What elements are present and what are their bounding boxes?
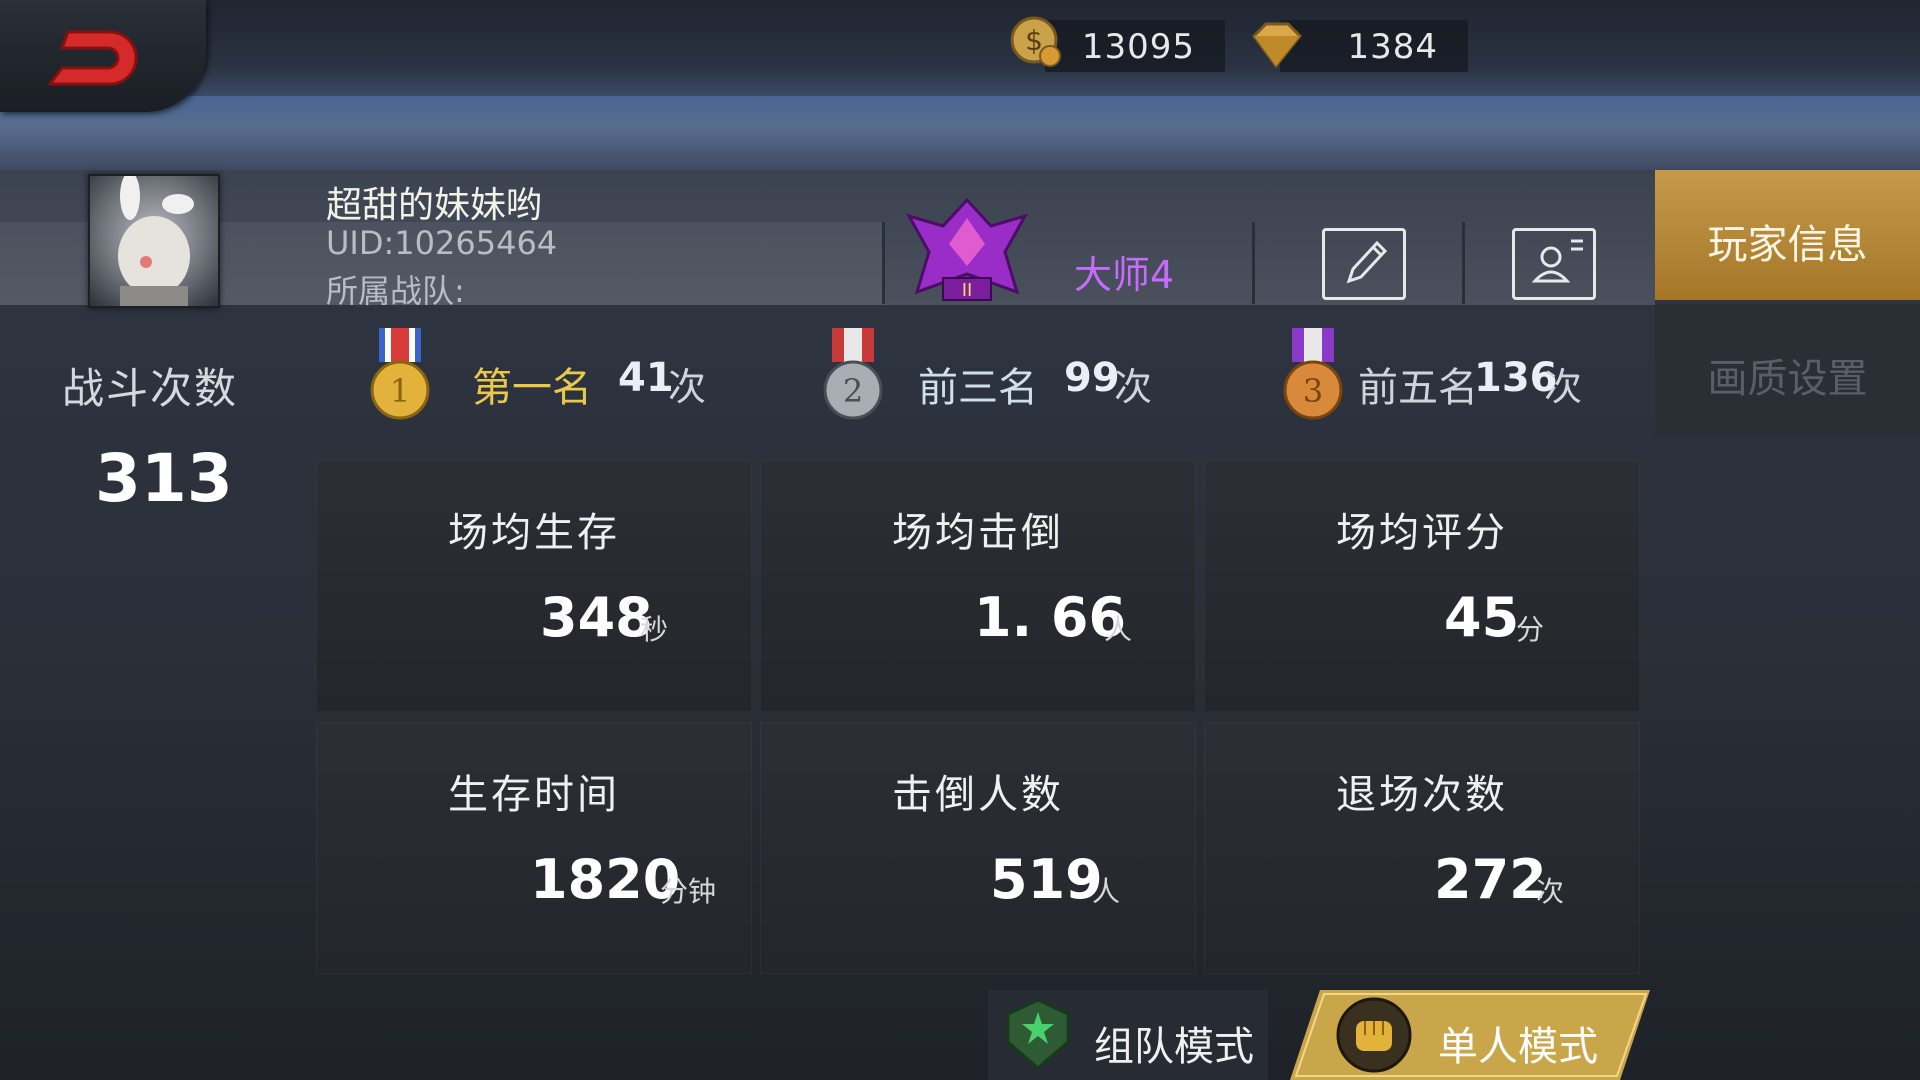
team-mode-label: 组队模式 <box>1094 1024 1254 1070</box>
top-five-unit: 次 <box>1544 365 1583 409</box>
edit-icon <box>1346 240 1388 284</box>
stat-unit: 人 <box>1092 875 1121 908</box>
top-three-unit: 次 <box>1114 365 1153 409</box>
top-three-label: 前三名 <box>918 365 1038 411</box>
stat-card: 场均击倒 1. 66 人 <box>760 460 1196 712</box>
stat-value: 45 <box>1444 586 1520 649</box>
stat-title: 击倒人数 <box>892 772 1064 818</box>
stat-unit: 分钟 <box>660 875 717 908</box>
svg-text:3: 3 <box>1303 372 1323 410</box>
stat-title: 场均评分 <box>1336 510 1508 556</box>
tab-quality-settings[interactable]: 画质设置 <box>1655 304 1920 436</box>
svg-text:1: 1 <box>390 372 410 410</box>
rank-emblem-icon: II <box>905 197 1029 301</box>
stat-value: 272 <box>1434 848 1547 911</box>
team-mode-icon <box>1006 998 1070 1070</box>
stat-card: 场均生存 348 秒 <box>316 460 752 712</box>
fist-icon <box>1336 997 1412 1073</box>
player-uid: UID:10265464 <box>326 224 558 262</box>
stat-card: 击倒人数 519 人 <box>760 722 1196 974</box>
stat-title: 退场次数 <box>1336 772 1508 818</box>
edit-button[interactable] <box>1322 228 1406 300</box>
top-three-count: 99 <box>1064 355 1120 401</box>
stat-value: 519 <box>990 848 1103 911</box>
stat-title: 场均击倒 <box>892 510 1064 556</box>
first-place-count: 41 <box>618 355 674 401</box>
coin-value: 13095 <box>1081 27 1195 67</box>
svg-text:II: II <box>962 280 973 301</box>
stat-unit: 分 <box>1516 613 1545 646</box>
gem-counter: 1384 <box>1280 20 1468 72</box>
stat-unit: 秒 <box>640 613 669 646</box>
divider <box>1252 222 1255 304</box>
solo-mode-label: 单人模式 <box>1438 1024 1598 1070</box>
team-mode-button[interactable]: 组队模式 <box>988 990 1268 1080</box>
solo-mode-button[interactable]: 单人模式 <box>1290 990 1650 1080</box>
coin-counter: 13095 <box>1045 20 1225 72</box>
back-button[interactable] <box>0 0 206 112</box>
avatar-portrait <box>118 172 194 306</box>
divider <box>1462 222 1465 304</box>
stat-value: 1820 <box>530 848 681 911</box>
gem-value: 1384 <box>1347 27 1438 67</box>
stat-card: 生存时间 1820 分钟 <box>316 722 752 974</box>
team-label: 所属战队: <box>326 272 465 310</box>
tab-quality-settings-label: 画质设置 <box>1707 356 1868 402</box>
profile-card-icon <box>1531 239 1583 283</box>
back-arrow-icon <box>47 30 138 86</box>
gold-medal-icon: 1 <box>370 328 430 420</box>
stat-unit: 人 <box>1104 613 1133 646</box>
top-five-label: 前五名 <box>1358 365 1478 411</box>
first-place-label: 第一名 <box>472 365 592 411</box>
stat-title: 场均生存 <box>448 510 620 556</box>
battle-count-label: 战斗次数 <box>62 364 239 413</box>
stat-card: 退场次数 272 次 <box>1204 722 1640 974</box>
profile-card-button[interactable] <box>1512 228 1596 300</box>
profile-bar <box>0 170 1655 305</box>
player-name: 超甜的妹妹哟 <box>326 185 543 226</box>
tab-player-info[interactable]: 玩家信息 <box>1655 170 1920 300</box>
avatar[interactable] <box>88 172 220 308</box>
header-glow <box>0 96 1920 170</box>
first-place-unit: 次 <box>668 365 707 409</box>
silver-medal-icon: 2 <box>823 328 883 420</box>
top-bar <box>0 0 1920 96</box>
svg-text:2: 2 <box>843 372 863 410</box>
divider <box>882 222 885 304</box>
tab-player-info-label: 玩家信息 <box>1707 222 1868 268</box>
gem-icon <box>1252 22 1303 69</box>
battle-count-value: 313 <box>95 440 233 517</box>
rank-label: 大师4 <box>1074 253 1175 297</box>
stat-card: 场均评分 45 分 <box>1204 460 1640 712</box>
stat-unit: 次 <box>1536 875 1565 908</box>
bronze-medal-icon: 3 <box>1283 328 1343 420</box>
stat-value: 348 <box>540 586 653 649</box>
stat-title: 生存时间 <box>448 772 620 818</box>
coin-icon: $ <box>1010 16 1061 67</box>
